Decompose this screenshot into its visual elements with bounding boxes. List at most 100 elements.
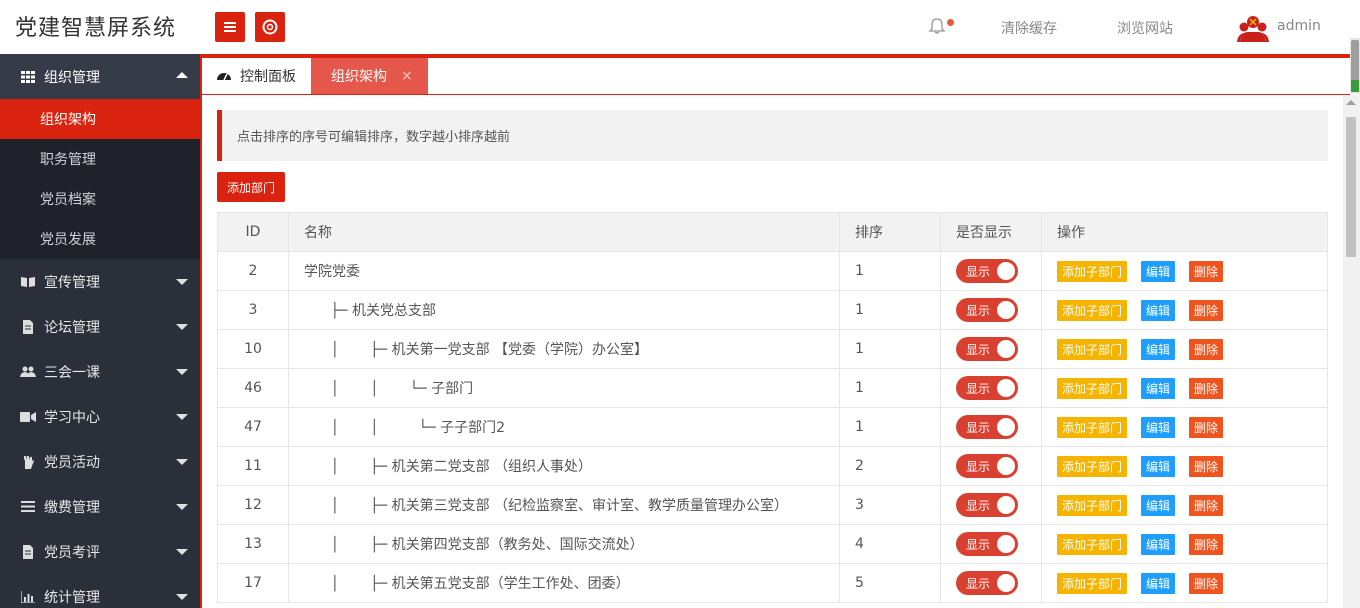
- tab-dashboard[interactable]: 控制面板: [202, 58, 310, 94]
- sidebar-group-meetings[interactable]: 三会一课: [0, 349, 200, 394]
- add-subdepartment-button[interactable]: 添加子部门: [1057, 572, 1128, 594]
- chevron-down-icon: [176, 459, 188, 465]
- delete-button[interactable]: 删除: [1189, 416, 1224, 438]
- content-left-border: [200, 54, 202, 608]
- show-toggle[interactable]: 显示: [956, 337, 1018, 361]
- edit-button[interactable]: 编辑: [1141, 338, 1176, 360]
- edit-button[interactable]: 编辑: [1141, 455, 1176, 477]
- show-toggle[interactable]: 显示: [956, 298, 1018, 322]
- sidebar-group-activities[interactable]: 党员活动: [0, 439, 200, 484]
- sidebar-group-forum[interactable]: 论坛管理: [0, 304, 200, 349]
- content-scrollbar-thumb[interactable]: [1346, 117, 1356, 257]
- sidebar-group-label: 统计管理: [44, 589, 100, 606]
- add-subdepartment-button[interactable]: 添加子部门: [1057, 338, 1128, 360]
- cell-sort[interactable]: 2: [839, 446, 941, 486]
- edit-button[interactable]: 编辑: [1141, 260, 1176, 282]
- tree-prefix: │ ├─: [304, 342, 392, 358]
- delete-button[interactable]: 删除: [1189, 455, 1224, 477]
- show-toggle[interactable]: 显示: [956, 376, 1018, 400]
- sidebar-group-payments[interactable]: 缴费管理: [0, 484, 200, 529]
- show-toggle[interactable]: 显示: [956, 571, 1018, 595]
- delete-button[interactable]: 删除: [1189, 377, 1224, 399]
- sidebar-group-org[interactable]: 组织管理: [0, 54, 200, 99]
- add-subdepartment-button[interactable]: 添加子部门: [1057, 533, 1128, 555]
- show-toggle[interactable]: 显示: [956, 454, 1018, 478]
- cell-sort[interactable]: 1: [839, 368, 941, 408]
- delete-button[interactable]: 删除: [1189, 260, 1224, 282]
- edit-button[interactable]: 编辑: [1141, 494, 1176, 516]
- delete-button[interactable]: 删除: [1189, 299, 1224, 321]
- show-toggle[interactable]: 显示: [956, 259, 1018, 283]
- cell-show: 显示: [940, 407, 1042, 447]
- sidebar-group-learning[interactable]: 学习中心: [0, 394, 200, 439]
- notification-dot: [947, 19, 954, 26]
- add-subdepartment-button[interactable]: 添加子部门: [1057, 260, 1128, 282]
- sidebar-group-statistics[interactable]: 统计管理: [0, 574, 200, 608]
- cell-ops: 添加子部门 编辑 删除: [1041, 407, 1328, 447]
- sidebar-item-positions[interactable]: 职务管理: [0, 139, 200, 179]
- show-toggle[interactable]: 显示: [956, 532, 1018, 556]
- cell-sort[interactable]: 3: [839, 485, 941, 525]
- cell-sort[interactable]: 1: [839, 251, 941, 291]
- header-show: 是否显示: [940, 212, 1042, 252]
- browse-site-link[interactable]: 浏览网站: [1117, 18, 1173, 38]
- tree-prefix: ├─: [304, 303, 353, 319]
- edit-button[interactable]: 编辑: [1141, 416, 1176, 438]
- cell-sort[interactable]: 1: [839, 407, 941, 447]
- table-row: 12 │ ├─ 机关第三党支部 （纪检监察室、审计室、教学质量管理办公室） 3 显示…: [217, 485, 1328, 525]
- tab-org-structure[interactable]: 组织架构 ×: [311, 58, 428, 94]
- toggle-label: 显示: [966, 576, 991, 591]
- lifebuoy-icon: [262, 19, 278, 35]
- edit-button[interactable]: 编辑: [1141, 299, 1176, 321]
- department-name: 机关党总支部: [352, 303, 437, 319]
- file-icon: [20, 319, 36, 334]
- show-toggle[interactable]: 显示: [956, 493, 1018, 517]
- video-icon: [20, 410, 36, 424]
- cell-show: 显示: [940, 446, 1042, 486]
- toggle-knob: [997, 535, 1015, 553]
- help-button[interactable]: [255, 12, 285, 42]
- close-icon[interactable]: ×: [401, 68, 413, 84]
- bell-icon[interactable]: [927, 16, 947, 36]
- username-label[interactable]: admin: [1277, 18, 1321, 34]
- add-subdepartment-button[interactable]: 添加子部门: [1057, 377, 1128, 399]
- department-name: 机关第五党支部（学生工作处、团委）: [391, 576, 630, 592]
- table-header-row: ID 名称 排序 是否显示 操作: [217, 212, 1328, 252]
- cell-sort[interactable]: 1: [839, 329, 941, 369]
- cell-sort[interactable]: 4: [839, 524, 941, 564]
- add-subdepartment-button[interactable]: 添加子部门: [1057, 455, 1128, 477]
- table-row: 13 │ ├─ 机关第四党支部（教务处、国际交流处） 4 显示 添加子部门 编辑 删除: [217, 524, 1328, 564]
- cell-sort[interactable]: 5: [839, 563, 941, 603]
- delete-button[interactable]: 删除: [1189, 572, 1224, 594]
- scroll-up-arrow-icon[interactable]: [1346, 100, 1356, 105]
- cell-name: │ ├─ 机关第一党支部 【党委（学院）办公室】: [288, 329, 840, 369]
- sidebar-group-evaluation[interactable]: 党员考评: [0, 529, 200, 574]
- sidebar-item-member-files[interactable]: 党员档案: [0, 179, 200, 219]
- cell-show: 显示: [940, 485, 1042, 525]
- edit-button[interactable]: 编辑: [1141, 377, 1176, 399]
- department-name: 机关第二党支部 （组织人事处）: [391, 459, 593, 475]
- edit-button[interactable]: 编辑: [1141, 572, 1176, 594]
- delete-button[interactable]: 删除: [1189, 533, 1224, 555]
- delete-button[interactable]: 删除: [1189, 494, 1224, 516]
- show-toggle[interactable]: 显示: [956, 415, 1018, 439]
- menu-toggle-button[interactable]: [215, 12, 245, 42]
- add-subdepartment-button[interactable]: 添加子部门: [1057, 416, 1128, 438]
- avatar[interactable]: [1236, 10, 1270, 44]
- cell-name: │ ├─ 机关第四党支部（教务处、国际交流处）: [288, 524, 840, 564]
- cell-show: 显示: [940, 290, 1042, 330]
- add-department-button[interactable]: 添加部门: [217, 172, 285, 202]
- sidebar-item-org-structure[interactable]: 组织架构: [0, 99, 200, 139]
- cell-id: 17: [217, 563, 289, 603]
- sidebar-item-member-development[interactable]: 党员发展: [0, 219, 200, 259]
- add-subdepartment-button[interactable]: 添加子部门: [1057, 299, 1128, 321]
- department-name: 子子部门2: [440, 420, 505, 436]
- delete-button[interactable]: 删除: [1189, 338, 1224, 360]
- add-subdepartment-button[interactable]: 添加子部门: [1057, 494, 1128, 516]
- chevron-down-icon: [176, 549, 188, 555]
- edit-button[interactable]: 编辑: [1141, 533, 1176, 555]
- clear-cache-link[interactable]: 清除缓存: [1001, 18, 1057, 38]
- sidebar-group-publicity[interactable]: 宣传管理: [0, 259, 200, 304]
- cell-show: 显示: [940, 251, 1042, 291]
- cell-sort[interactable]: 1: [839, 290, 941, 330]
